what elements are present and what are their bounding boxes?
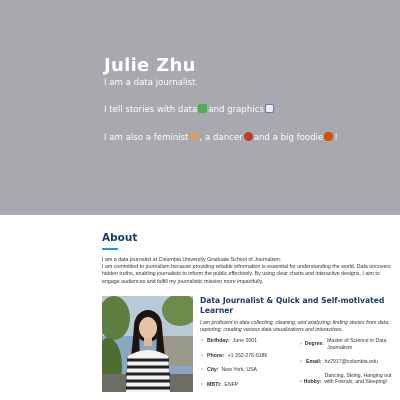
- info-label: City:: [207, 367, 219, 373]
- hero-stories-text: I tell stories with data: [104, 105, 198, 115]
- info-hobby: › Hobby: Dancing, Skiing, Hanging out wi…: [300, 373, 392, 386]
- info-birthday: › Birthday: June 2001: [201, 338, 297, 345]
- chevron-right-icon: ›: [300, 378, 302, 385]
- profile-title: Data Journalist & Quick and Self-motivat…: [200, 296, 385, 315]
- hero-graphics-text: and graphics: [208, 105, 264, 115]
- dancer-emoji-icon: [243, 132, 253, 141]
- info-value: +1 332-276-9186: [227, 352, 268, 359]
- profile-description: I am proficient in data collecting, clea…: [200, 320, 390, 333]
- hero-name: Julie Zhu: [104, 55, 196, 76]
- woman-emoji-icon: [189, 132, 199, 141]
- info-label: MBTI:: [207, 381, 222, 388]
- hero-exclaim: !: [334, 133, 338, 143]
- info-city: › City: New York, USA: [201, 367, 297, 374]
- info-value: June 2001: [232, 338, 258, 344]
- info-degree: › Degree: Master of Science in Data Jour…: [300, 338, 392, 351]
- info-label: Email:: [306, 359, 322, 365]
- about-paragraph-2: I am committed to journalism because pro…: [102, 264, 391, 285]
- info-value: New York, USA: [221, 367, 257, 373]
- chevron-right-icon: ›: [201, 367, 203, 373]
- info-mbti: › MBTI: ENFP: [201, 382, 297, 389]
- info-value: Dancing, Skiing, Hanging out with Friend…: [324, 372, 392, 386]
- profile-section: Data Journalist & Quick and Self-motivat…: [200, 296, 392, 334]
- about-section: About I am a data journalist at Columbia…: [102, 230, 392, 286]
- hero-identity-line: I am also a feminist , a dancer and a big …: [104, 132, 394, 144]
- hero-foodie-text: and a big foodie: [253, 133, 324, 143]
- chart-emoji-icon: [198, 104, 208, 113]
- hero-dancer-text: , a dancer: [199, 133, 243, 143]
- info-value: ENFP: [224, 381, 239, 388]
- chevron-right-icon: ›: [300, 359, 302, 365]
- hero-tagline: I am a data journalist.: [104, 78, 199, 88]
- info-label: Degree:: [304, 341, 325, 347]
- chevron-right-icon: ›: [201, 338, 203, 344]
- food-emoji-icon: [324, 132, 334, 141]
- profile-photo-image: [102, 296, 193, 392]
- info-value[interactable]: hz2917@columbia.edu: [325, 359, 378, 366]
- hero-feminist-text: I am also a feminist: [104, 133, 189, 143]
- info-list-left: › Birthday: June 2001 › Phone: +1 332-27…: [201, 338, 297, 388]
- info-phone: › Phone: +1 332-276-9186: [201, 353, 297, 360]
- info-email: › Email: hz2917@columbia.edu: [300, 359, 392, 366]
- hero-content: Julie Zhu I am a data journalist. I tell…: [104, 56, 394, 144]
- about-title-underline: [102, 248, 118, 250]
- chevron-right-icon: ›: [201, 352, 203, 359]
- info-label: Phone:: [207, 352, 225, 359]
- info-label: Hobby:: [303, 378, 322, 385]
- info-value: Master of Science in Data Journalism: [327, 338, 387, 351]
- chevron-right-icon: ›: [300, 341, 302, 347]
- about-paragraph-1: I am a data journalist at Columbia Unive…: [102, 257, 282, 263]
- profile-photo: [102, 296, 193, 392]
- hero-section: Julie Zhu I am a data journalist. I tell…: [0, 0, 400, 215]
- info-list-right: › Degree: Master of Science in Data Jour…: [300, 338, 392, 386]
- info-label: Birthday:: [207, 338, 230, 344]
- hero-stories-line: I tell stories with data and graphics: [104, 104, 394, 116]
- bar-chart-emoji-icon: [264, 104, 274, 113]
- about-title: About: [102, 232, 138, 244]
- chevron-right-icon: ›: [201, 381, 203, 388]
